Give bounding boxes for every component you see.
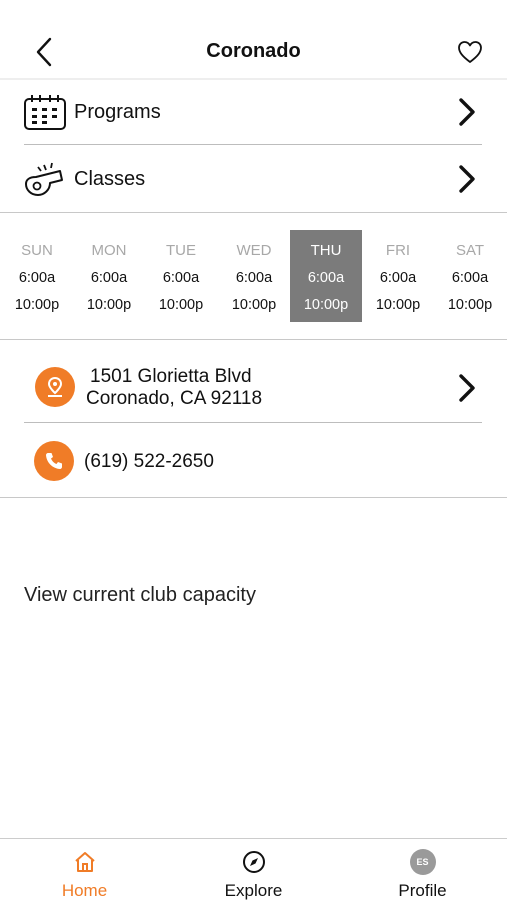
- open-time: 6:00a: [379, 270, 417, 286]
- phone-icon: [34, 441, 74, 481]
- divider: [24, 422, 482, 423]
- close-time: 10:00p: [303, 297, 349, 313]
- address-row[interactable]: 1501 Glorietta Blvd Coronado, CA 92118: [0, 350, 507, 422]
- phone-row[interactable]: (619) 522-2650: [0, 436, 507, 486]
- address-line-1: 1501 Glorietta Blvd: [90, 366, 252, 387]
- hours-table: SUN 6:00a 10:00p MON 6:00a 10:00p TUE 6:…: [0, 230, 507, 322]
- day-name: THU: [310, 242, 342, 259]
- compass-icon: [241, 849, 267, 875]
- close-time: 10:00p: [447, 297, 493, 313]
- tab-home[interactable]: Home: [0, 839, 169, 900]
- tab-label: Explore: [224, 881, 283, 900]
- chevron-right-icon: [459, 98, 475, 126]
- open-time: 6:00a: [235, 270, 273, 286]
- section-divider: [0, 339, 507, 340]
- chevron-right-icon: [459, 374, 475, 402]
- day-name: FRI: [385, 242, 411, 259]
- open-time: 6:00a: [18, 270, 56, 286]
- avatar: ES: [409, 849, 436, 875]
- club-capacity-link[interactable]: View current club capacity: [24, 584, 256, 607]
- day-sun: SUN 6:00a 10:00p: [1, 230, 73, 322]
- tab-label: Profile: [398, 881, 447, 900]
- day-name: SAT: [455, 242, 485, 259]
- header-bar: Coronado: [0, 0, 507, 80]
- divider: [24, 144, 482, 145]
- map-pin-icon: [35, 367, 75, 407]
- whistle-icon: [25, 162, 63, 196]
- close-time: 10:00p: [86, 297, 132, 313]
- close-time: 10:00p: [375, 297, 421, 313]
- day-thu-current: THU 6:00a 10:00p: [290, 230, 362, 322]
- day-name: WED: [236, 242, 272, 259]
- day-sat: SAT 6:00a 10:00p: [434, 230, 506, 322]
- day-name: MON: [91, 242, 127, 259]
- open-time: 6:00a: [162, 270, 200, 286]
- page-title: Coronado: [206, 40, 301, 62]
- avatar-icon: ES: [409, 849, 436, 875]
- tab-label: Home: [61, 881, 108, 900]
- day-fri: FRI 6:00a 10:00p: [362, 230, 434, 322]
- section-divider: [0, 212, 507, 213]
- heart-outline-icon: [458, 41, 482, 63]
- close-time: 10:00p: [14, 297, 60, 313]
- day-wed: WED 6:00a 10:00p: [218, 230, 290, 322]
- open-time: 6:00a: [307, 270, 345, 286]
- close-time: 10:00p: [231, 297, 277, 313]
- tab-profile[interactable]: ES Profile: [338, 839, 507, 900]
- programs-label: Programs: [74, 101, 161, 123]
- day-name: SUN: [21, 242, 53, 259]
- home-icon: [72, 849, 98, 875]
- classes-label: Classes: [74, 168, 146, 190]
- classes-row[interactable]: Classes: [0, 147, 507, 211]
- bottom-tab-bar: Home Explore ES Profile: [0, 838, 507, 900]
- calendar-icon: [24, 95, 66, 130]
- chevron-right-icon: [459, 165, 475, 193]
- phone-number: (619) 522-2650: [84, 451, 214, 472]
- day-mon: MON 6:00a 10:00p: [73, 230, 145, 322]
- open-time: 6:00a: [90, 270, 128, 286]
- favorite-button[interactable]: [455, 38, 485, 66]
- address-line-2: Coronado, CA 92118: [86, 388, 263, 409]
- open-time: 6:00a: [451, 270, 489, 286]
- programs-row[interactable]: Programs: [0, 80, 507, 144]
- tab-explore[interactable]: Explore: [169, 839, 338, 900]
- section-divider: [0, 497, 507, 498]
- day-tue: TUE 6:00a 10:00p: [145, 230, 217, 322]
- day-name: TUE: [166, 242, 196, 259]
- close-time: 10:00p: [158, 297, 204, 313]
